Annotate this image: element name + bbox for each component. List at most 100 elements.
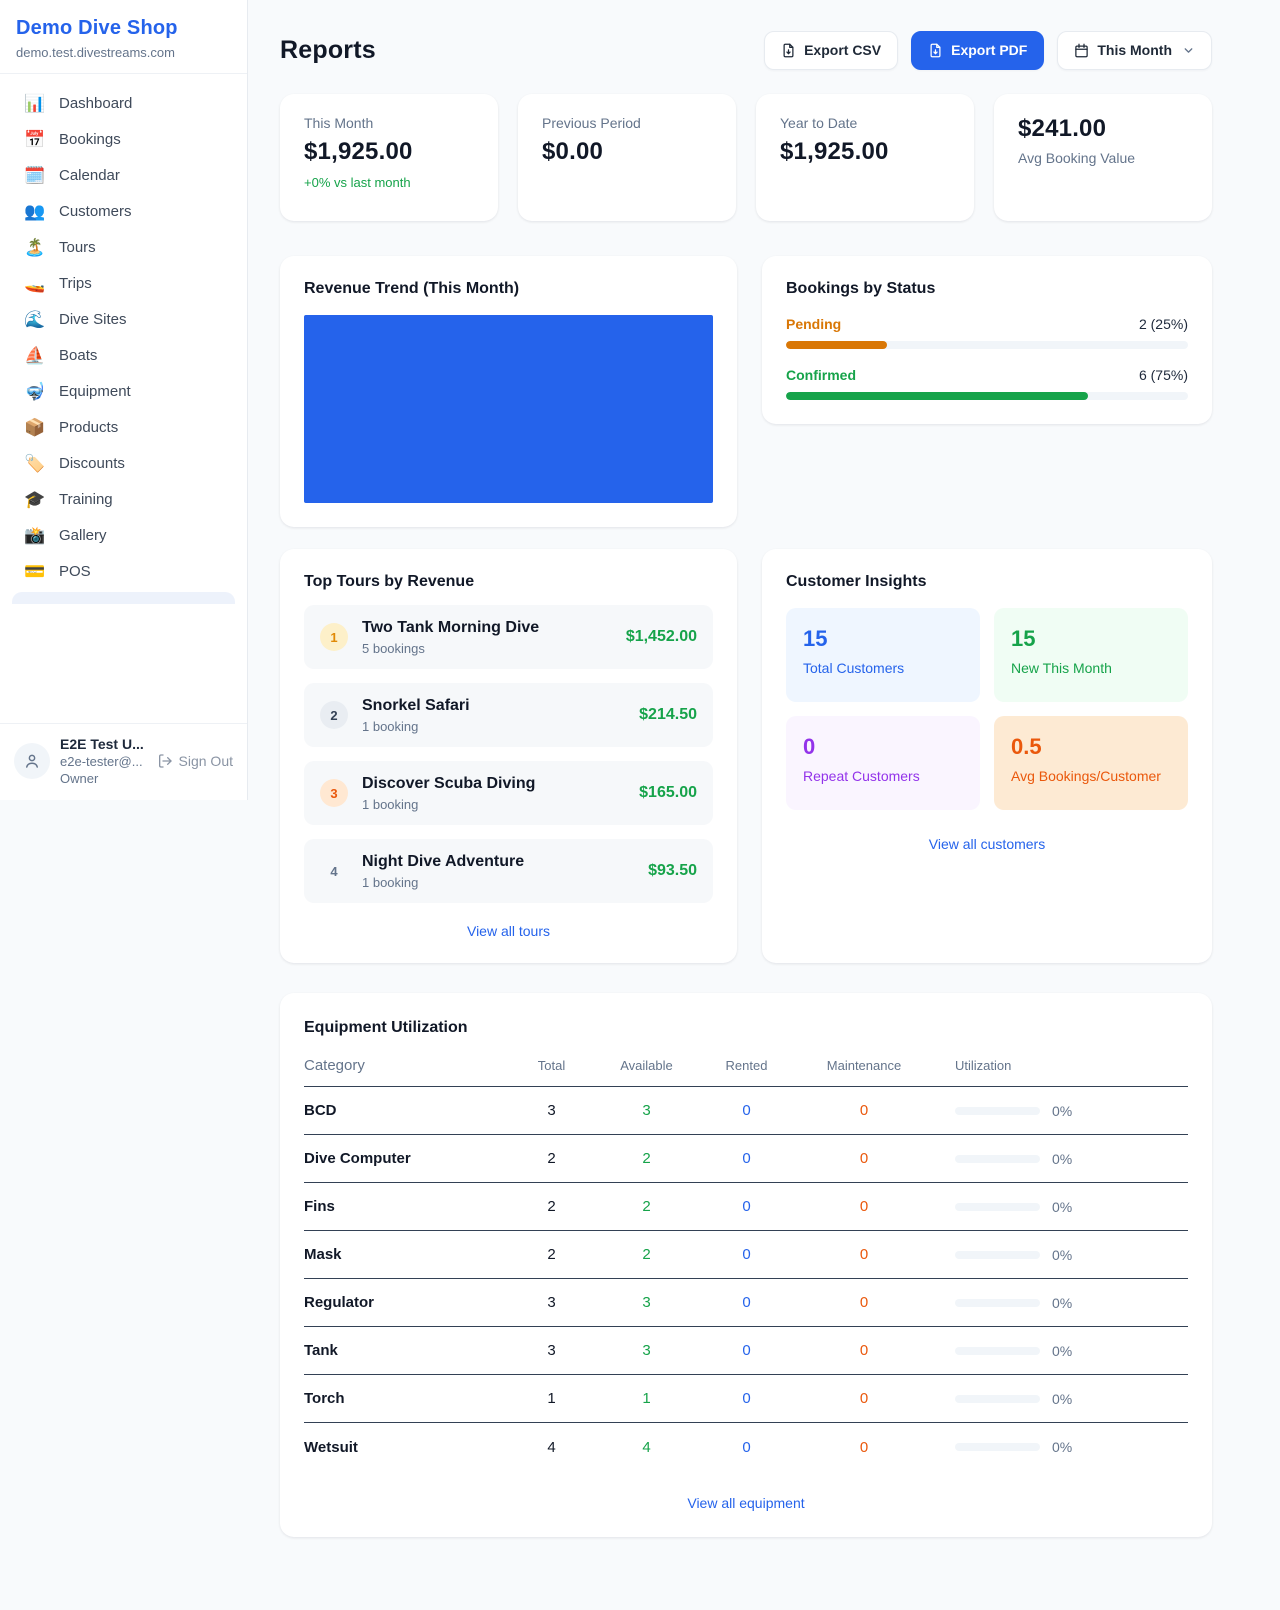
status-bar-fill (786, 392, 1088, 400)
user-role: Owner (60, 771, 144, 786)
sidebar-item-equipment[interactable]: 🤿 Equipment (12, 374, 235, 409)
rank-badge: 4 (320, 857, 348, 885)
cell-utilization: 0% (929, 1343, 1188, 1359)
header-actions: Export CSV Export PDF This Month (764, 31, 1212, 70)
table-row: Tank 3 3 0 0 0% (304, 1327, 1188, 1375)
view-all-equipment-link[interactable]: View all equipment (304, 1495, 1188, 1511)
table-row: Fins 2 2 0 0 0% (304, 1183, 1188, 1231)
sign-out-label: Sign Out (179, 753, 233, 769)
cell-available: 2 (599, 1246, 694, 1263)
sidebar-item-training[interactable]: 🎓 Training (12, 482, 235, 517)
utilization-pct: 0% (1052, 1199, 1072, 1215)
tours-icon: 🏝️ (24, 239, 46, 256)
top-tours-title: Top Tours by Revenue (304, 573, 713, 591)
tile-label: New This Month (1011, 660, 1171, 676)
sidebar-item-discounts[interactable]: 🏷️ Discounts (12, 446, 235, 481)
tour-row: 1 Two Tank Morning Dive 5 bookings $1,45… (304, 605, 713, 669)
sidebar-item-boats[interactable]: ⛵ Boats (12, 338, 235, 373)
cell-maintenance: 0 (799, 1150, 929, 1167)
dive-sites-icon: 🌊 (24, 311, 46, 328)
sidebar-item-customers[interactable]: 👥 Customers (12, 194, 235, 229)
tile-value: 0 (803, 734, 963, 760)
view-all-tours-link[interactable]: View all tours (304, 923, 713, 939)
brand-domain: demo.test.divestreams.com (16, 45, 231, 60)
cell-maintenance: 0 (799, 1390, 929, 1407)
status-label: Confirmed (786, 367, 856, 383)
sidebar-item-dashboard[interactable]: 📊 Dashboard (12, 86, 235, 121)
col-total: Total (504, 1058, 599, 1073)
revenue-trend-title: Revenue Trend (This Month) (304, 280, 713, 298)
cell-category: Wetsuit (304, 1439, 504, 1456)
file-download-icon (928, 43, 943, 58)
tour-row: 3 Discover Scuba Diving 1 booking $165.0… (304, 761, 713, 825)
cell-available: 4 (599, 1439, 694, 1456)
sidebar-item-label: Gallery (59, 527, 107, 544)
sidebar-item-dive-sites[interactable]: 🌊 Dive Sites (12, 302, 235, 337)
training-icon: 🎓 (24, 491, 46, 508)
status-count: 6 (75%) (1139, 367, 1188, 383)
cell-category: Regulator (304, 1294, 504, 1311)
stat-value: $0.00 (542, 138, 712, 166)
sidebar-item-pos[interactable]: 💳 POS (12, 554, 235, 589)
tile-repeat-customers: 0 Repeat Customers (786, 716, 980, 810)
tour-bookings: 5 bookings (362, 641, 539, 656)
tile-value: 0.5 (1011, 734, 1171, 760)
cell-total: 4 (504, 1439, 599, 1456)
export-csv-button[interactable]: Export CSV (764, 31, 898, 70)
insight-grid: 15 Total Customers 15 New This Month 0 R… (786, 608, 1188, 810)
cell-available: 2 (599, 1150, 694, 1167)
sign-out-button[interactable]: Sign Out (157, 753, 233, 769)
calendar-icon (1074, 43, 1089, 58)
stat-card-year-to-date: Year to Date $1,925.00 (756, 94, 974, 221)
sidebar-item-trips[interactable]: 🚤 Trips (12, 266, 235, 301)
cell-maintenance: 0 (799, 1246, 929, 1263)
table-row: Wetsuit 4 4 0 0 0% (304, 1423, 1188, 1471)
rank-badge: 3 (320, 779, 348, 807)
equipment-table: Category Total Available Rented Maintena… (304, 1057, 1188, 1471)
cell-category: Dive Computer (304, 1150, 504, 1167)
bookings-by-status-card: Bookings by Status Pending 2 (25%) Confi… (762, 256, 1212, 424)
dashboard-icon: 📊 (24, 95, 46, 112)
period-label: This Month (1097, 42, 1172, 58)
sidebar-item-calendar[interactable]: 🗓️ Calendar (12, 158, 235, 193)
sidebar-item-bookings[interactable]: 📅 Bookings (12, 122, 235, 157)
cell-utilization: 0% (929, 1151, 1188, 1167)
col-maintenance: Maintenance (799, 1058, 929, 1073)
cell-category: Mask (304, 1246, 504, 1263)
tour-amount: $1,452.00 (626, 628, 697, 646)
utilization-pct: 0% (1052, 1391, 1072, 1407)
stat-value: $241.00 (1018, 115, 1188, 143)
cell-maintenance: 0 (799, 1198, 929, 1215)
stats-row: This Month $1,925.00 +0% vs last month P… (280, 94, 1212, 221)
sidebar-item-label: Customers (59, 203, 132, 220)
status-bar-track (786, 341, 1188, 349)
export-pdf-button[interactable]: Export PDF (911, 31, 1044, 70)
cell-category: Tank (304, 1342, 504, 1359)
sidebar-item-label: Training (59, 491, 113, 508)
tile-value: 15 (1011, 626, 1171, 652)
cell-total: 3 (504, 1294, 599, 1311)
status-row-confirmed: Confirmed 6 (75%) (786, 367, 1188, 400)
sidebar: Demo Dive Shop demo.test.divestreams.com… (0, 0, 248, 800)
page-header: Reports Export CSV Export PDF This Month (280, 30, 1212, 70)
view-all-customers-link[interactable]: View all customers (786, 836, 1188, 852)
cell-rented: 0 (694, 1102, 799, 1119)
utilization-bar (955, 1155, 1040, 1163)
revenue-trend-card: Revenue Trend (This Month) (280, 256, 737, 527)
col-rented: Rented (694, 1058, 799, 1073)
cell-maintenance: 0 (799, 1439, 929, 1456)
period-dropdown[interactable]: This Month (1057, 31, 1212, 70)
sidebar-item-products[interactable]: 📦 Products (12, 410, 235, 445)
sidebar-item-label: Discounts (59, 455, 125, 472)
status-count: 2 (25%) (1139, 316, 1188, 332)
cell-maintenance: 0 (799, 1342, 929, 1359)
avatar (14, 743, 50, 779)
tour-name: Two Tank Morning Dive (362, 619, 539, 637)
export-csv-label: Export CSV (804, 42, 881, 58)
insights-row: Top Tours by Revenue 1 Two Tank Morning … (280, 549, 1212, 963)
cell-available: 3 (599, 1342, 694, 1359)
sidebar-item-reports-partial[interactable] (12, 592, 235, 604)
sidebar-item-gallery[interactable]: 📸 Gallery (12, 518, 235, 553)
sidebar-item-tours[interactable]: 🏝️ Tours (12, 230, 235, 265)
sidebar-nav: 📊 Dashboard 📅 Bookings 🗓️ Calendar 👥 Cus… (0, 74, 247, 723)
